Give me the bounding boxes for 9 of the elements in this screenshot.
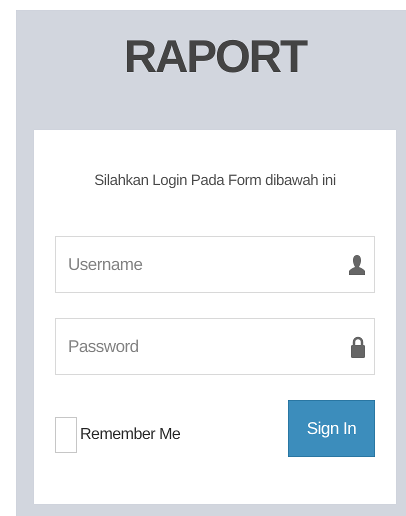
username-field[interactable]: Username	[55, 236, 375, 293]
remember-checkbox[interactable]	[55, 417, 77, 453]
app-title: RAPORT	[122, 30, 308, 82]
user-icon	[349, 254, 365, 274]
lock-icon	[351, 336, 365, 358]
password-field[interactable]: Password	[55, 318, 375, 375]
remember-label: Remember Me	[80, 426, 180, 444]
login-message: Silahkan Login Pada Form dibawah ini	[93, 172, 337, 189]
sign-in-button[interactable]: Sign In	[288, 400, 375, 457]
